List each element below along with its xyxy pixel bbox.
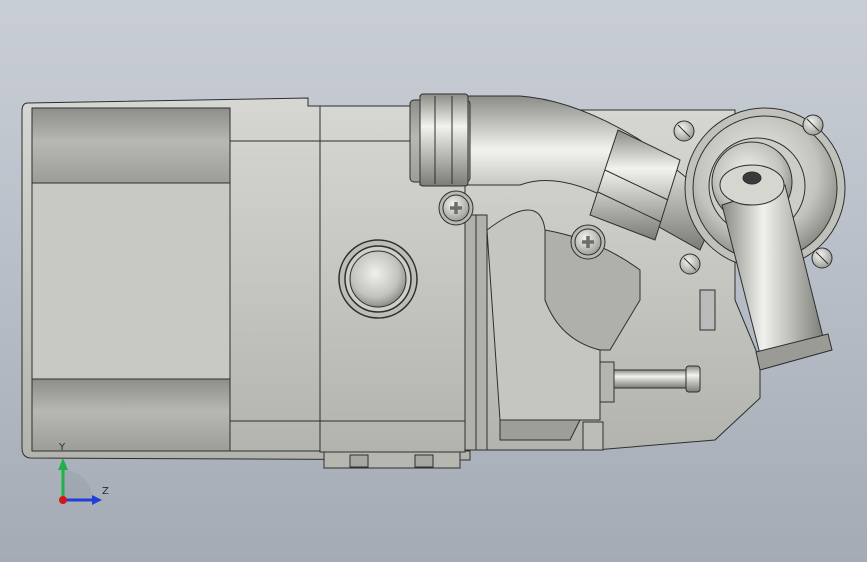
axis-z-label: Z <box>102 486 109 497</box>
cad-viewport[interactable]: Y Z <box>0 0 867 562</box>
axis-y-label: Y <box>59 442 66 453</box>
heater-assembly-model[interactable] <box>0 0 867 562</box>
round-port <box>338 239 418 319</box>
axis-triad <box>58 458 102 505</box>
